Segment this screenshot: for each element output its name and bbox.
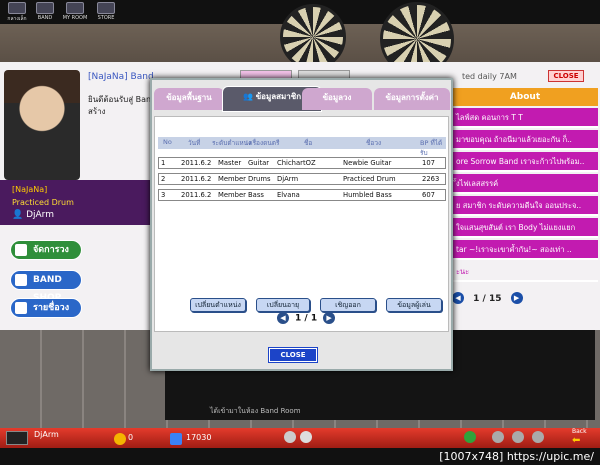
bottom-status-bar: DjArm 0 17030 Back ⬅ bbox=[0, 428, 600, 448]
prev-page-icon[interactable]: ◀ bbox=[277, 312, 289, 324]
settings-icon[interactable] bbox=[512, 431, 524, 443]
band-nickname: [NaJaNa] bbox=[12, 185, 48, 194]
coin-icon bbox=[114, 433, 126, 445]
topbar-band[interactable]: BAND bbox=[34, 2, 56, 21]
dartboard-left bbox=[280, 4, 346, 70]
close-band-button[interactable]: CLOSE bbox=[548, 70, 584, 82]
daily-reset-text: ted daily 7AM bbox=[462, 72, 517, 81]
news-pager: ◀ 1 / 15 ▶ bbox=[452, 292, 523, 304]
tab-settings[interactable]: ข้อมูลการตั้งค่า bbox=[374, 88, 450, 110]
image-credit: [1007x748] https://upic.me/ bbox=[0, 448, 600, 465]
people-icon bbox=[15, 244, 27, 256]
news-item[interactable]: ore Sorrow Band เราจะก้าวไปพร้อม.. bbox=[452, 152, 598, 172]
player-info-button[interactable]: ข้อมูลผู้เล่น bbox=[386, 298, 442, 312]
cart-icon bbox=[15, 274, 27, 286]
tab-band-info[interactable]: ข้อมูลวง bbox=[302, 88, 372, 110]
table-row[interactable]: 1 2011.6.2 Master Guitar ChichartOZ Newb… bbox=[158, 157, 446, 169]
cash-icon bbox=[170, 433, 182, 445]
room-caption: ได้เข้ามาในห้อง Band Room bbox=[210, 407, 301, 415]
manage-band-button[interactable]: จัดการวง bbox=[10, 240, 82, 260]
members-icon: 👥 bbox=[242, 92, 256, 101]
leader-portrait bbox=[4, 70, 80, 180]
band-name: [NaJaNa] Band bbox=[88, 72, 154, 82]
member-pager: ◀ 1 / 1 ▶ bbox=[271, 312, 341, 324]
news-header: About bbox=[452, 88, 598, 106]
member-rank: Practiced Drum bbox=[12, 198, 74, 207]
play-icon[interactable] bbox=[464, 431, 476, 443]
band-list-button[interactable]: รายชื่อวง bbox=[10, 298, 82, 318]
news-item[interactable]: ใจแสนสุขสันต์ เรา Body ไม่แยงแยก bbox=[452, 218, 598, 238]
tab-basic-info[interactable]: ข้อมูลพื้นฐาน bbox=[154, 88, 224, 110]
news-item[interactable]: ั้งไฟเลสสรรค์ bbox=[452, 174, 598, 194]
back-button[interactable]: Back ⬅ bbox=[572, 428, 587, 446]
table-row[interactable]: 3 2011.6.2 Member Bass Elvana Humbled Ba… bbox=[158, 189, 446, 201]
back-arrow-icon: ⬅ bbox=[572, 435, 581, 446]
band-member-dialog: ข้อมูลพื้นฐาน 👥 ข้อมูลสมาชิก ข้อมูลวง ข้… bbox=[150, 78, 453, 371]
topbar-store[interactable]: STORE bbox=[94, 2, 118, 21]
prev-page-icon[interactable]: ◀ bbox=[452, 292, 464, 304]
help-icon[interactable] bbox=[532, 431, 544, 443]
kick-member-button[interactable]: เชิญออก bbox=[320, 298, 376, 312]
member-table-header: No วันที่ ระดับตำแหน่ง เครื่องดนตรี ชื่อ… bbox=[158, 137, 446, 157]
topbar-home[interactable]: กลางเล็ก bbox=[4, 2, 30, 23]
next-page-icon[interactable]: ▶ bbox=[323, 312, 336, 324]
player-avatar[interactable] bbox=[6, 431, 28, 445]
home-icon bbox=[8, 2, 26, 14]
cash-balance: 17030 bbox=[186, 433, 212, 442]
info-icon[interactable] bbox=[492, 431, 504, 443]
player-name: DjArm bbox=[34, 430, 59, 439]
band-shop-button[interactable]: BAND SHOP bbox=[10, 270, 82, 303]
list-icon bbox=[15, 302, 27, 314]
leader-name: 👤 DjArm bbox=[12, 210, 54, 220]
close-dialog-button[interactable]: CLOSE bbox=[269, 348, 317, 362]
news-item[interactable]: tar ~!เราจะเขาค้ำกัน!~ สองเท่า .. bbox=[452, 240, 598, 260]
topbar-myroom[interactable]: MY ROOM bbox=[60, 2, 90, 21]
band-icon bbox=[36, 2, 54, 14]
coin-balance: 0 bbox=[128, 433, 134, 442]
chat-icon[interactable] bbox=[284, 431, 296, 443]
table-row[interactable]: 2 2011.6.2 Member Drums DjArm Practiced … bbox=[158, 173, 446, 185]
news-item[interactable]: ย สมาชิก ระดับความดีนใจ ออนประจ.. bbox=[452, 196, 598, 216]
room-icon bbox=[66, 2, 84, 14]
news-item[interactable]: ไลฟ์สด คอนการ T T bbox=[452, 108, 598, 128]
news-item[interactable]: มาขอบคุณ ถ้าอนีมาแล้วเยอะกัน ก็.. bbox=[452, 130, 598, 150]
change-age-button[interactable]: เปลี่ยนอายุ bbox=[256, 298, 310, 312]
change-position-button[interactable]: เปลี่ยนตำแหน่ง bbox=[190, 298, 246, 312]
refresh-icon[interactable] bbox=[300, 431, 312, 443]
news-item[interactable]: ะนะ bbox=[452, 262, 598, 282]
next-page-icon[interactable]: ▶ bbox=[510, 292, 523, 304]
store-icon bbox=[97, 2, 115, 14]
